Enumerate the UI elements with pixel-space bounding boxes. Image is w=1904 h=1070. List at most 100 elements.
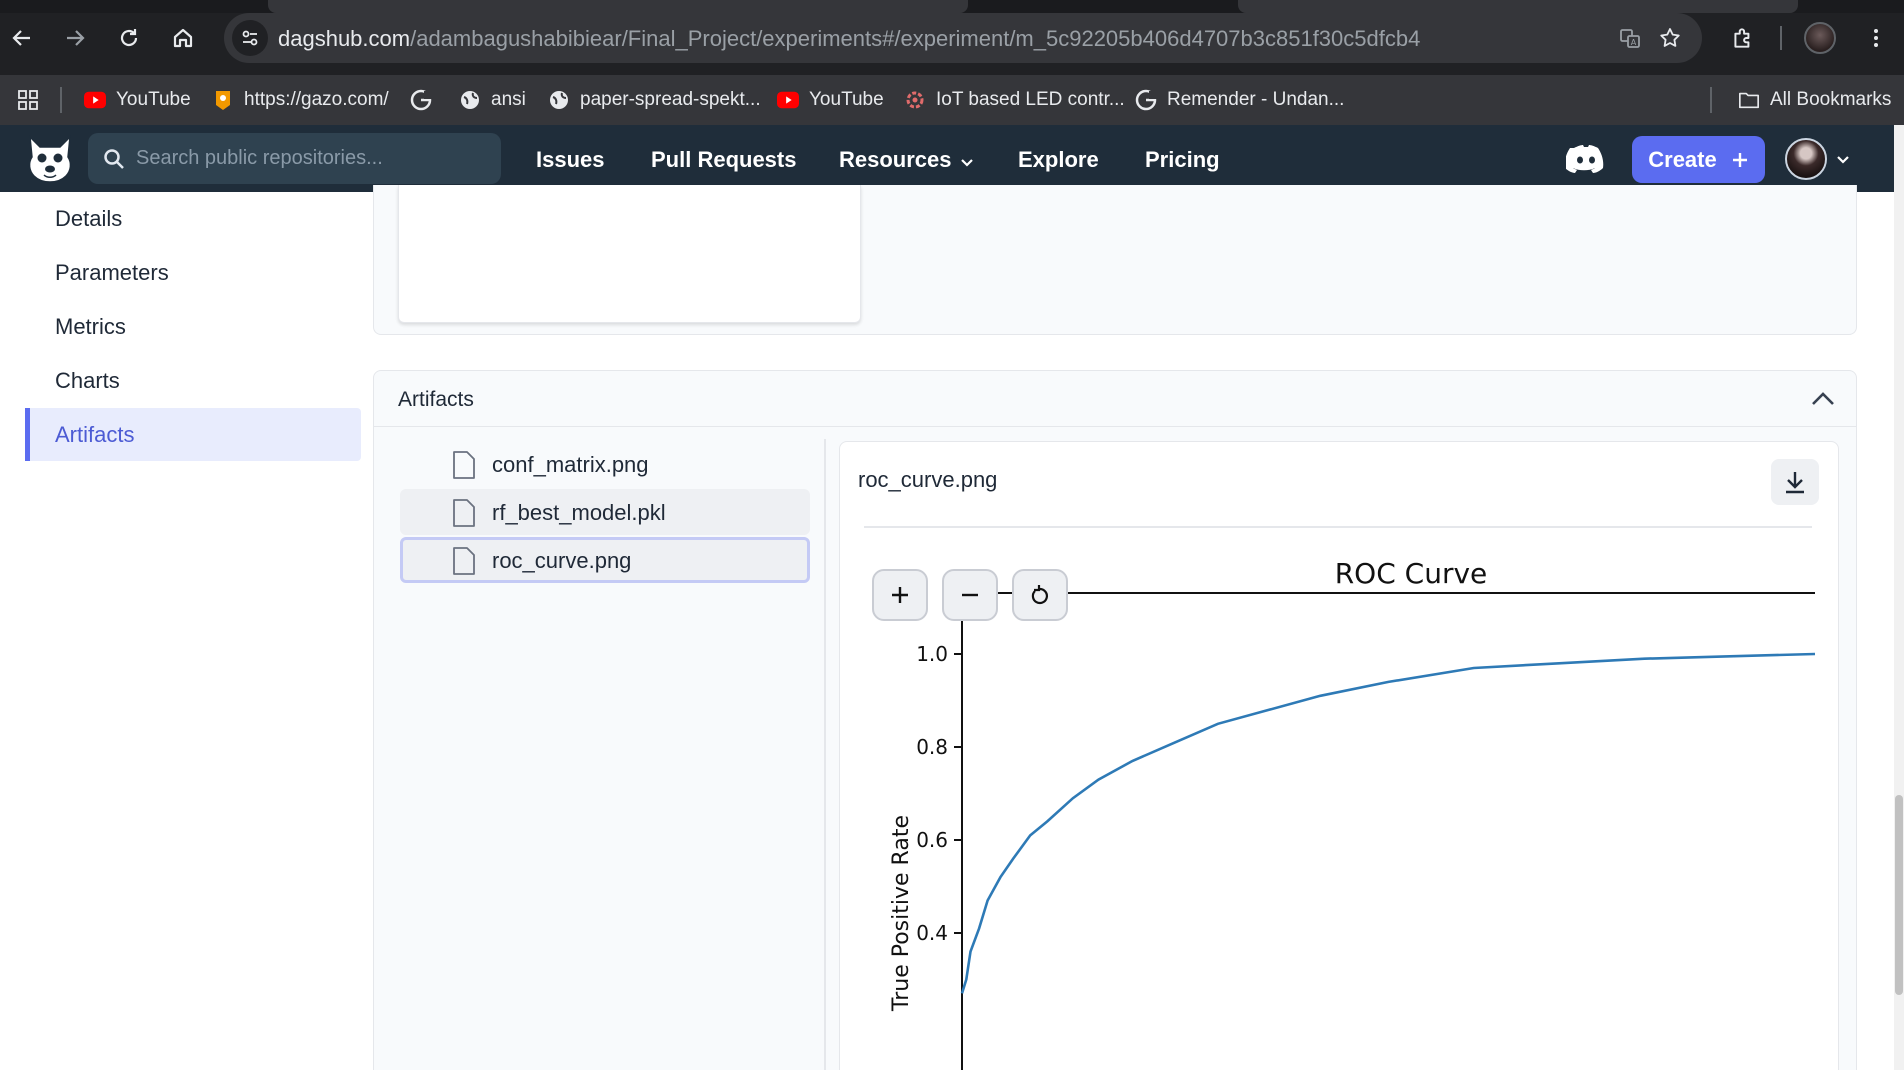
bookmark-label: Remender - Undan...: [1167, 89, 1345, 110]
preview-title: roc_curve.png: [858, 467, 998, 492]
forward-icon[interactable]: [57, 20, 93, 56]
globe-icon: [459, 89, 481, 111]
iot-icon: [904, 89, 926, 111]
bookmark-label: ansi: [491, 89, 526, 110]
browser-profile-avatar[interactable]: [1804, 22, 1836, 54]
nav-explore[interactable]: Explore: [1018, 147, 1099, 173]
file-icon: [453, 547, 475, 575]
site-info-icon[interactable]: [232, 20, 268, 56]
bookmarks-divider: [1710, 87, 1712, 113]
reset-icon: [1031, 585, 1048, 605]
browser-tab[interactable]: [268, 0, 968, 13]
google-icon: [410, 89, 432, 111]
file-name: rf_best_model.pkl: [492, 500, 666, 525]
toolbar-divider: [1780, 26, 1782, 50]
home-icon[interactable]: [165, 20, 201, 56]
browser-tab[interactable]: [1238, 0, 1798, 13]
nav-issues[interactable]: Issues: [536, 147, 605, 173]
all-bookmarks[interactable]: All Bookmarks: [1738, 86, 1891, 114]
extensions-icon[interactable]: [1725, 20, 1761, 56]
y-ticks: 1.0 0.8 0.6 0.4: [916, 642, 962, 945]
bookmark-label: IoT based LED contr...: [936, 89, 1125, 110]
translate-icon[interactable]: A: [1616, 24, 1644, 52]
sidebar-item-details[interactable]: Details: [25, 192, 361, 245]
y-axis-label: True Positive Rate: [889, 815, 914, 1012]
user-avatar[interactable]: [1785, 138, 1827, 180]
bookmark-label: YouTube: [809, 89, 884, 110]
sidebar-item-charts[interactable]: Charts: [25, 354, 361, 407]
file-name: roc_curve.png: [492, 548, 632, 573]
chart-title: ROC Curve: [1335, 557, 1488, 590]
bookmark-remender[interactable]: Remender - Undan...: [1135, 86, 1344, 114]
google-icon: [1135, 89, 1157, 111]
browser-toolbar: dagshub.com/adambagushabibiear/Final_Pro…: [0, 0, 1904, 75]
nav-pricing[interactable]: Pricing: [1145, 147, 1220, 173]
scrollbar-thumb[interactable]: [1895, 795, 1903, 995]
y-tick-label: 0.8: [916, 735, 948, 759]
y-tick-label: 0.4: [916, 921, 948, 945]
bookmark-youtube-2[interactable]: YouTube: [777, 86, 884, 114]
bookmark-gazo[interactable]: https://gazo.com/: [212, 86, 389, 114]
artifacts-title: Artifacts: [398, 388, 474, 411]
file-item-rf-best-model[interactable]: rf_best_model.pkl: [400, 489, 810, 535]
download-button[interactable]: [1771, 459, 1819, 505]
file-list-divider: [824, 439, 826, 1070]
y-tick-label: 0.6: [916, 828, 948, 852]
apps-grid-icon[interactable]: [16, 86, 40, 114]
svg-text:A: A: [1631, 38, 1637, 47]
search-icon: [104, 149, 124, 169]
chart-axes: [961, 592, 1815, 1070]
chart-card: [398, 185, 861, 323]
search-input[interactable]: [136, 133, 486, 184]
chevron-down-icon[interactable]: [1836, 152, 1850, 170]
zoom-in-button[interactable]: [872, 569, 928, 621]
bookmarks-bar: YouTube https://gazo.com/ ansi paper-spr…: [0, 75, 1904, 125]
file-item-conf-matrix[interactable]: conf_matrix.png: [400, 441, 810, 487]
chevron-up-icon[interactable]: [1809, 387, 1837, 411]
plus-icon: [1732, 152, 1747, 167]
sidebar-item-metrics[interactable]: Metrics: [25, 300, 361, 353]
bookmark-youtube[interactable]: YouTube: [84, 86, 191, 114]
discord-icon[interactable]: [1564, 142, 1606, 176]
gazo-icon: [212, 89, 234, 111]
zoom-out-button[interactable]: [942, 569, 998, 621]
file-item-roc-curve[interactable]: roc_curve.png: [400, 537, 810, 583]
reset-zoom-button[interactable]: [1012, 569, 1068, 621]
nav-pull-requests[interactable]: Pull Requests: [651, 147, 796, 173]
bookmark-label: YouTube: [116, 89, 191, 110]
reload-icon[interactable]: [111, 20, 147, 56]
repo-search[interactable]: [88, 133, 501, 184]
create-button[interactable]: Create: [1632, 136, 1765, 183]
bookmark-google[interactable]: [410, 86, 432, 114]
bookmarks-divider: [60, 87, 62, 113]
sidebar-item-parameters[interactable]: Parameters: [25, 246, 361, 299]
back-icon[interactable]: [4, 20, 40, 56]
all-bookmarks-label: All Bookmarks: [1770, 89, 1892, 110]
bookmark-ansi[interactable]: ansi: [459, 86, 526, 114]
youtube-icon: [84, 89, 106, 111]
url-text[interactable]: dagshub.com/adambagushabibiear/Final_Pro…: [278, 26, 1420, 52]
roc-series-line: [960, 652, 1816, 994]
dagshub-logo-icon[interactable]: [24, 133, 76, 183]
create-label: Create: [1648, 146, 1717, 172]
youtube-icon: [777, 89, 799, 111]
file-icon: [453, 451, 475, 479]
url-domain: dagshub.com: [278, 26, 411, 51]
bookmark-star-icon[interactable]: [1656, 24, 1684, 52]
browser-menu-icon[interactable]: [1858, 20, 1894, 56]
folder-icon: [1738, 89, 1760, 111]
file-name: conf_matrix.png: [492, 452, 649, 477]
globe-icon: [548, 89, 570, 111]
bookmark-paper-spread[interactable]: paper-spread-spekt...: [548, 86, 761, 114]
bookmark-iot[interactable]: IoT based LED contr...: [904, 86, 1125, 114]
chevron-down-icon: [960, 148, 974, 174]
address-bar[interactable]: dagshub.com/adambagushabibiear/Final_Pro…: [224, 13, 1702, 63]
nav-resources[interactable]: Resources: [839, 147, 974, 174]
bookmark-label: paper-spread-spekt...: [580, 89, 761, 110]
page-scrollbar[interactable]: [1894, 125, 1904, 1070]
artifacts-header[interactable]: Artifacts: [374, 371, 1856, 427]
charts-panel: [373, 185, 1857, 335]
download-icon: [1786, 472, 1804, 494]
tab-strip: [0, 0, 1904, 13]
sidebar-item-artifacts[interactable]: Artifacts: [25, 408, 361, 461]
